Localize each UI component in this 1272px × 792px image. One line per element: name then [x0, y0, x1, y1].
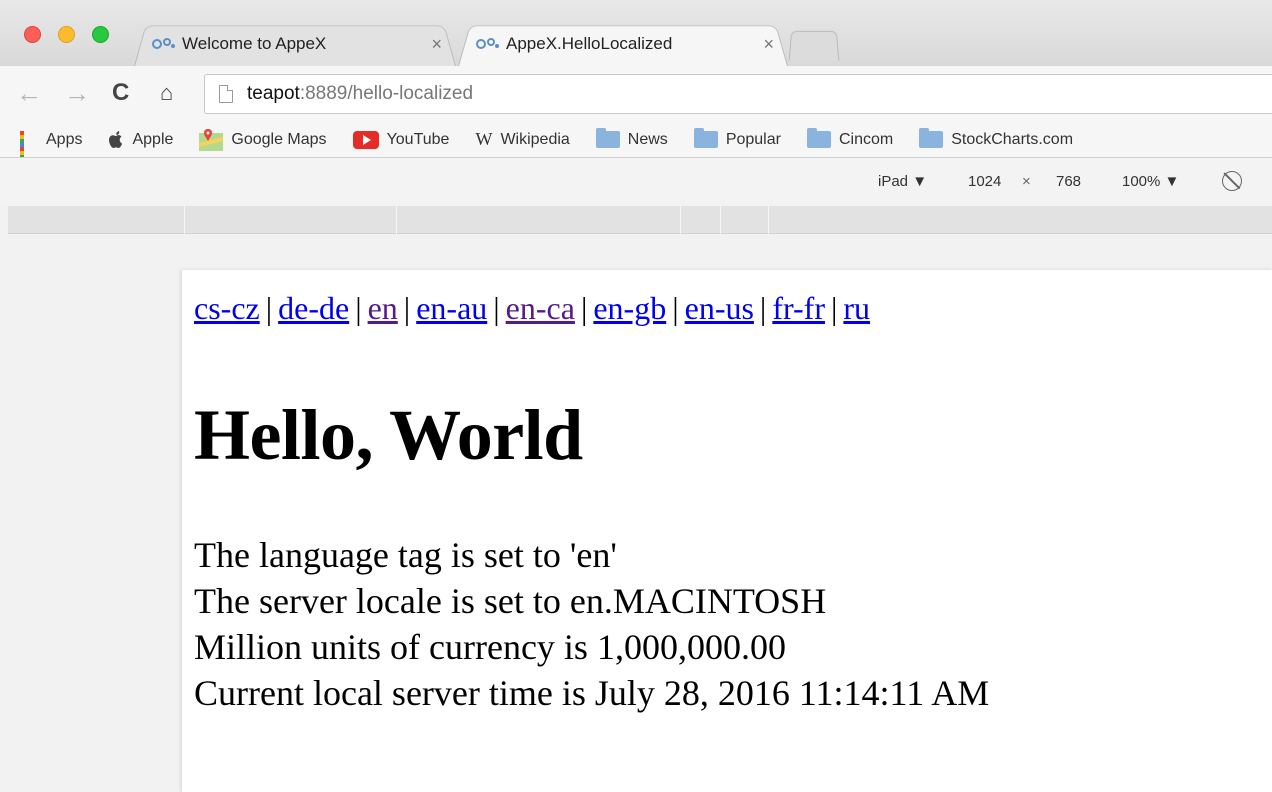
- media-query-ruler[interactable]: [8, 206, 1272, 234]
- currency-line: Million units of currency is 1,000,000.0…: [194, 627, 786, 667]
- link-separator: |: [493, 290, 500, 326]
- tab-title: AppeX.HelloLocalized: [506, 34, 673, 53]
- link-separator: |: [672, 290, 679, 326]
- address-bar[interactable]: teapot:8889/hello-localized: [204, 74, 1272, 114]
- tab-close-icon[interactable]: ×: [763, 34, 774, 55]
- url-text[interactable]: teapot:8889/hello-localized: [247, 83, 473, 105]
- rotate-icon[interactable]: [1222, 171, 1242, 191]
- bookmark-label: StockCharts.com: [951, 130, 1074, 148]
- locale-link-en-ca[interactable]: en-ca: [506, 290, 575, 326]
- bookmark-folder-stockcharts[interactable]: StockCharts.com: [919, 128, 1074, 149]
- forward-arrow-icon[interactable]: →: [64, 78, 90, 108]
- dimension-separator: ×: [1022, 173, 1031, 190]
- bookmark-label: Google Maps: [231, 130, 327, 148]
- new-tab-button[interactable]: [788, 30, 840, 61]
- viewport-height-input[interactable]: 768: [1056, 173, 1081, 190]
- window-zoom-button[interactable]: [92, 26, 109, 43]
- window-close-button[interactable]: [24, 26, 41, 43]
- tab-strip: Welcome to AppeX × AppeX.HelloLocalized …: [0, 0, 1272, 66]
- locale-link-fr-fr[interactable]: fr-fr: [772, 290, 825, 326]
- bookmark-folder-cincom[interactable]: Cincom: [806, 128, 894, 149]
- bookmark-folder-news[interactable]: News: [595, 128, 668, 149]
- appex-favicon-icon: [152, 38, 175, 49]
- link-separator: |: [580, 290, 588, 326]
- locale-link-de-de[interactable]: de-de: [278, 290, 349, 326]
- page-viewport: cs-cz | de-de | en | en-au | en-ca | en-gb | en-us | f…: [182, 270, 1272, 792]
- zoom-select[interactable]: 100% ▼: [1122, 173, 1179, 190]
- locale-link-en[interactable]: en: [368, 290, 398, 326]
- tab-hello-localized[interactable]: AppeX.HelloLocalized ×: [458, 22, 788, 66]
- bookmark-folder-popular[interactable]: Popular: [693, 128, 781, 149]
- device-emulation-bar: iPad ▼ 1024 × 768 100% ▼: [0, 158, 1272, 206]
- language-tag-line: The language tag is set to 'en': [194, 535, 617, 575]
- url-path: :8889/hello-localized: [299, 83, 474, 104]
- folder-icon: [919, 128, 944, 148]
- folder-icon: [806, 128, 831, 148]
- locale-link-cs-cz[interactable]: cs-cz: [194, 290, 260, 326]
- bookmark-label: Apps: [46, 130, 83, 148]
- locale-link-ru[interactable]: ru: [843, 290, 870, 326]
- tab-title: Welcome to AppeX: [182, 34, 327, 53]
- bookmark-apps[interactable]: Apps: [20, 130, 83, 157]
- back-arrow-icon[interactable]: ←: [16, 78, 42, 108]
- bookmark-label: Cincom: [838, 130, 894, 148]
- locale-info: The language tag is set to 'en' The serv…: [194, 532, 989, 716]
- bookmark-google-maps[interactable]: Google Maps: [199, 128, 327, 151]
- link-separator: |: [403, 290, 411, 326]
- youtube-icon: [352, 130, 379, 149]
- folder-icon: [693, 128, 718, 148]
- window-minimize-button[interactable]: [58, 26, 75, 43]
- reload-icon[interactable]: C: [112, 78, 129, 108]
- folder-icon: [595, 128, 620, 148]
- link-separator: |: [355, 290, 362, 326]
- url-host: teapot: [247, 83, 300, 104]
- home-icon[interactable]: ⌂: [160, 78, 173, 108]
- bookmarks-bar: Apps Apple Google Maps YouTube W Wikiped…: [0, 122, 1272, 158]
- locale-link-en-au[interactable]: en-au: [416, 290, 487, 326]
- bookmark-label: Apple: [132, 130, 174, 148]
- apple-icon: [109, 130, 123, 148]
- locale-links: cs-cz | de-de | en | en-au | en-ca | en-gb | en-us | f…: [194, 290, 870, 327]
- appex-favicon-icon: [476, 38, 499, 49]
- bookmark-apple[interactable]: Apple: [108, 130, 174, 149]
- bookmark-wikipedia[interactable]: W Wikipedia: [475, 129, 569, 150]
- browser-toolbar: ← → C ⌂ teapot:8889/hello-localized: [0, 66, 1272, 122]
- link-separator: |: [830, 290, 838, 326]
- bookmark-label: Wikipedia: [500, 130, 570, 148]
- bookmark-label: YouTube: [386, 130, 450, 148]
- server-locale-line: The server locale is set to en.MACINTOSH: [194, 581, 827, 621]
- tab-welcome[interactable]: Welcome to AppeX ×: [134, 22, 456, 66]
- locale-link-en-gb[interactable]: en-gb: [593, 290, 666, 326]
- bookmark-label: News: [627, 130, 668, 148]
- tab-close-icon[interactable]: ×: [431, 34, 442, 55]
- wikipedia-icon: W: [475, 129, 493, 149]
- page-icon: [219, 85, 233, 103]
- apps-grid-icon: [20, 130, 38, 157]
- server-time-line: Current local server time is July 28, 20…: [194, 673, 990, 713]
- google-maps-icon: [199, 128, 224, 151]
- link-separator: |: [759, 290, 767, 326]
- viewport-width-input[interactable]: 1024: [968, 173, 1001, 190]
- bookmark-label: Popular: [725, 130, 781, 148]
- locale-link-en-us[interactable]: en-us: [685, 290, 754, 326]
- link-separator: |: [265, 290, 273, 326]
- device-select[interactable]: iPad ▼: [878, 173, 927, 190]
- page-heading: Hello, World: [194, 395, 583, 475]
- bookmark-youtube[interactable]: YouTube: [352, 130, 450, 149]
